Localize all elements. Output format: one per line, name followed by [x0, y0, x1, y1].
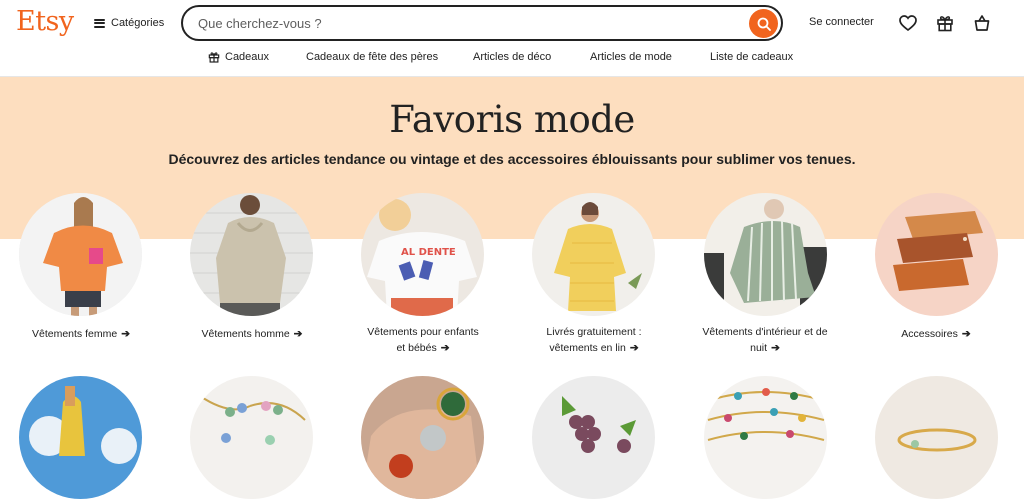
search-icon — [757, 17, 771, 31]
category-image-row2-4[interactable] — [532, 376, 655, 499]
category-image-vetements-femme[interactable] — [19, 193, 142, 316]
nav-item-liste-cadeaux[interactable]: Liste de cadeaux — [710, 51, 793, 63]
category-image-row2-1[interactable] — [19, 376, 142, 499]
gift-icon — [937, 16, 953, 32]
category-link-vetements-lin[interactable]: Livrés gratuitement : vêtements en lin ➔ — [519, 324, 669, 356]
search-button[interactable] — [749, 9, 778, 38]
category-label-line2: vêtements en lin — [549, 342, 626, 354]
arrow-right-icon: ➔ — [771, 342, 780, 354]
etsy-logo[interactable]: Etsy — [16, 6, 74, 37]
category-image-vetements-homme[interactable] — [190, 193, 313, 316]
categories-label: Catégories — [111, 17, 165, 29]
category-label-line2: et bébés — [396, 342, 437, 354]
signin-link[interactable]: Se connecter — [809, 16, 874, 28]
category-label: Accessoires — [901, 328, 958, 340]
gift-button[interactable] — [935, 13, 955, 33]
site-header: Etsy Catégories Se connecter — [0, 0, 1024, 77]
shopping-bag-icon — [974, 15, 990, 31]
category-link-vetements-femme[interactable]: Vêtements femme ➔ — [6, 326, 156, 342]
page-title: Favoris mode — [389, 98, 635, 141]
page-subtitle: Découvrez des articles tendance ou vinta… — [168, 151, 856, 167]
category-link-vetements-interieur[interactable]: Vêtements d'intérieur et de nuit ➔ — [690, 324, 840, 356]
categories-button[interactable]: Catégories — [94, 15, 164, 31]
category-label: Livrés gratuitement : — [546, 326, 642, 338]
menu-icon — [94, 18, 105, 28]
nav-item-fete-des-peres[interactable]: Cadeaux de fête des pères — [306, 51, 438, 63]
arrow-right-icon: ➔ — [961, 328, 971, 340]
nav-item-deco[interactable]: Articles de déco — [473, 51, 551, 63]
category-label-line2: nuit — [750, 342, 768, 354]
category-image-accessoires[interactable] — [875, 193, 998, 316]
category-image-vetements-lin[interactable] — [532, 193, 655, 316]
arrow-right-icon: ➔ — [293, 328, 303, 340]
category-image-vetements-enfants[interactable]: AL DENTE — [361, 193, 484, 316]
category-image-row2-5[interactable] — [704, 376, 827, 499]
category-label: Vêtements pour enfants — [367, 326, 479, 338]
svg-text:AL DENTE: AL DENTE — [401, 247, 456, 258]
gift-icon — [208, 52, 220, 63]
search-bar — [181, 5, 783, 41]
category-image-row2-6[interactable] — [875, 376, 998, 499]
category-image-vetements-interieur[interactable] — [704, 193, 827, 316]
cart-button[interactable] — [972, 13, 992, 33]
nav-item-label: Cadeaux — [225, 51, 270, 63]
nav-item-cadeaux[interactable]: Cadeaux — [208, 51, 269, 63]
arrow-right-icon: ➔ — [121, 328, 130, 340]
category-image-row2-2[interactable] — [190, 376, 313, 499]
category-label: Vêtements femme — [31, 328, 118, 340]
search-input[interactable] — [196, 14, 720, 32]
category-link-vetements-homme[interactable]: Vêtements homme ➔ — [177, 326, 327, 342]
nav-item-mode[interactable]: Articles de mode — [590, 51, 672, 63]
arrow-right-icon: ➔ — [440, 342, 450, 354]
category-image-row2-3[interactable] — [361, 376, 484, 499]
category-link-vetements-enfants[interactable]: Vêtements pour enfants et bébés ➔ — [348, 324, 498, 356]
category-link-accessoires[interactable]: Accessoires ➔ — [861, 326, 1011, 342]
favorites-button[interactable] — [898, 13, 918, 33]
top-navigation: Cadeaux Cadeaux de fête des pères Articl… — [0, 51, 1024, 65]
arrow-right-icon: ➔ — [629, 342, 639, 354]
heart-icon — [899, 15, 917, 31]
category-label: Vêtements homme — [201, 328, 290, 340]
category-label: Vêtements d'intérieur et de — [702, 326, 828, 338]
